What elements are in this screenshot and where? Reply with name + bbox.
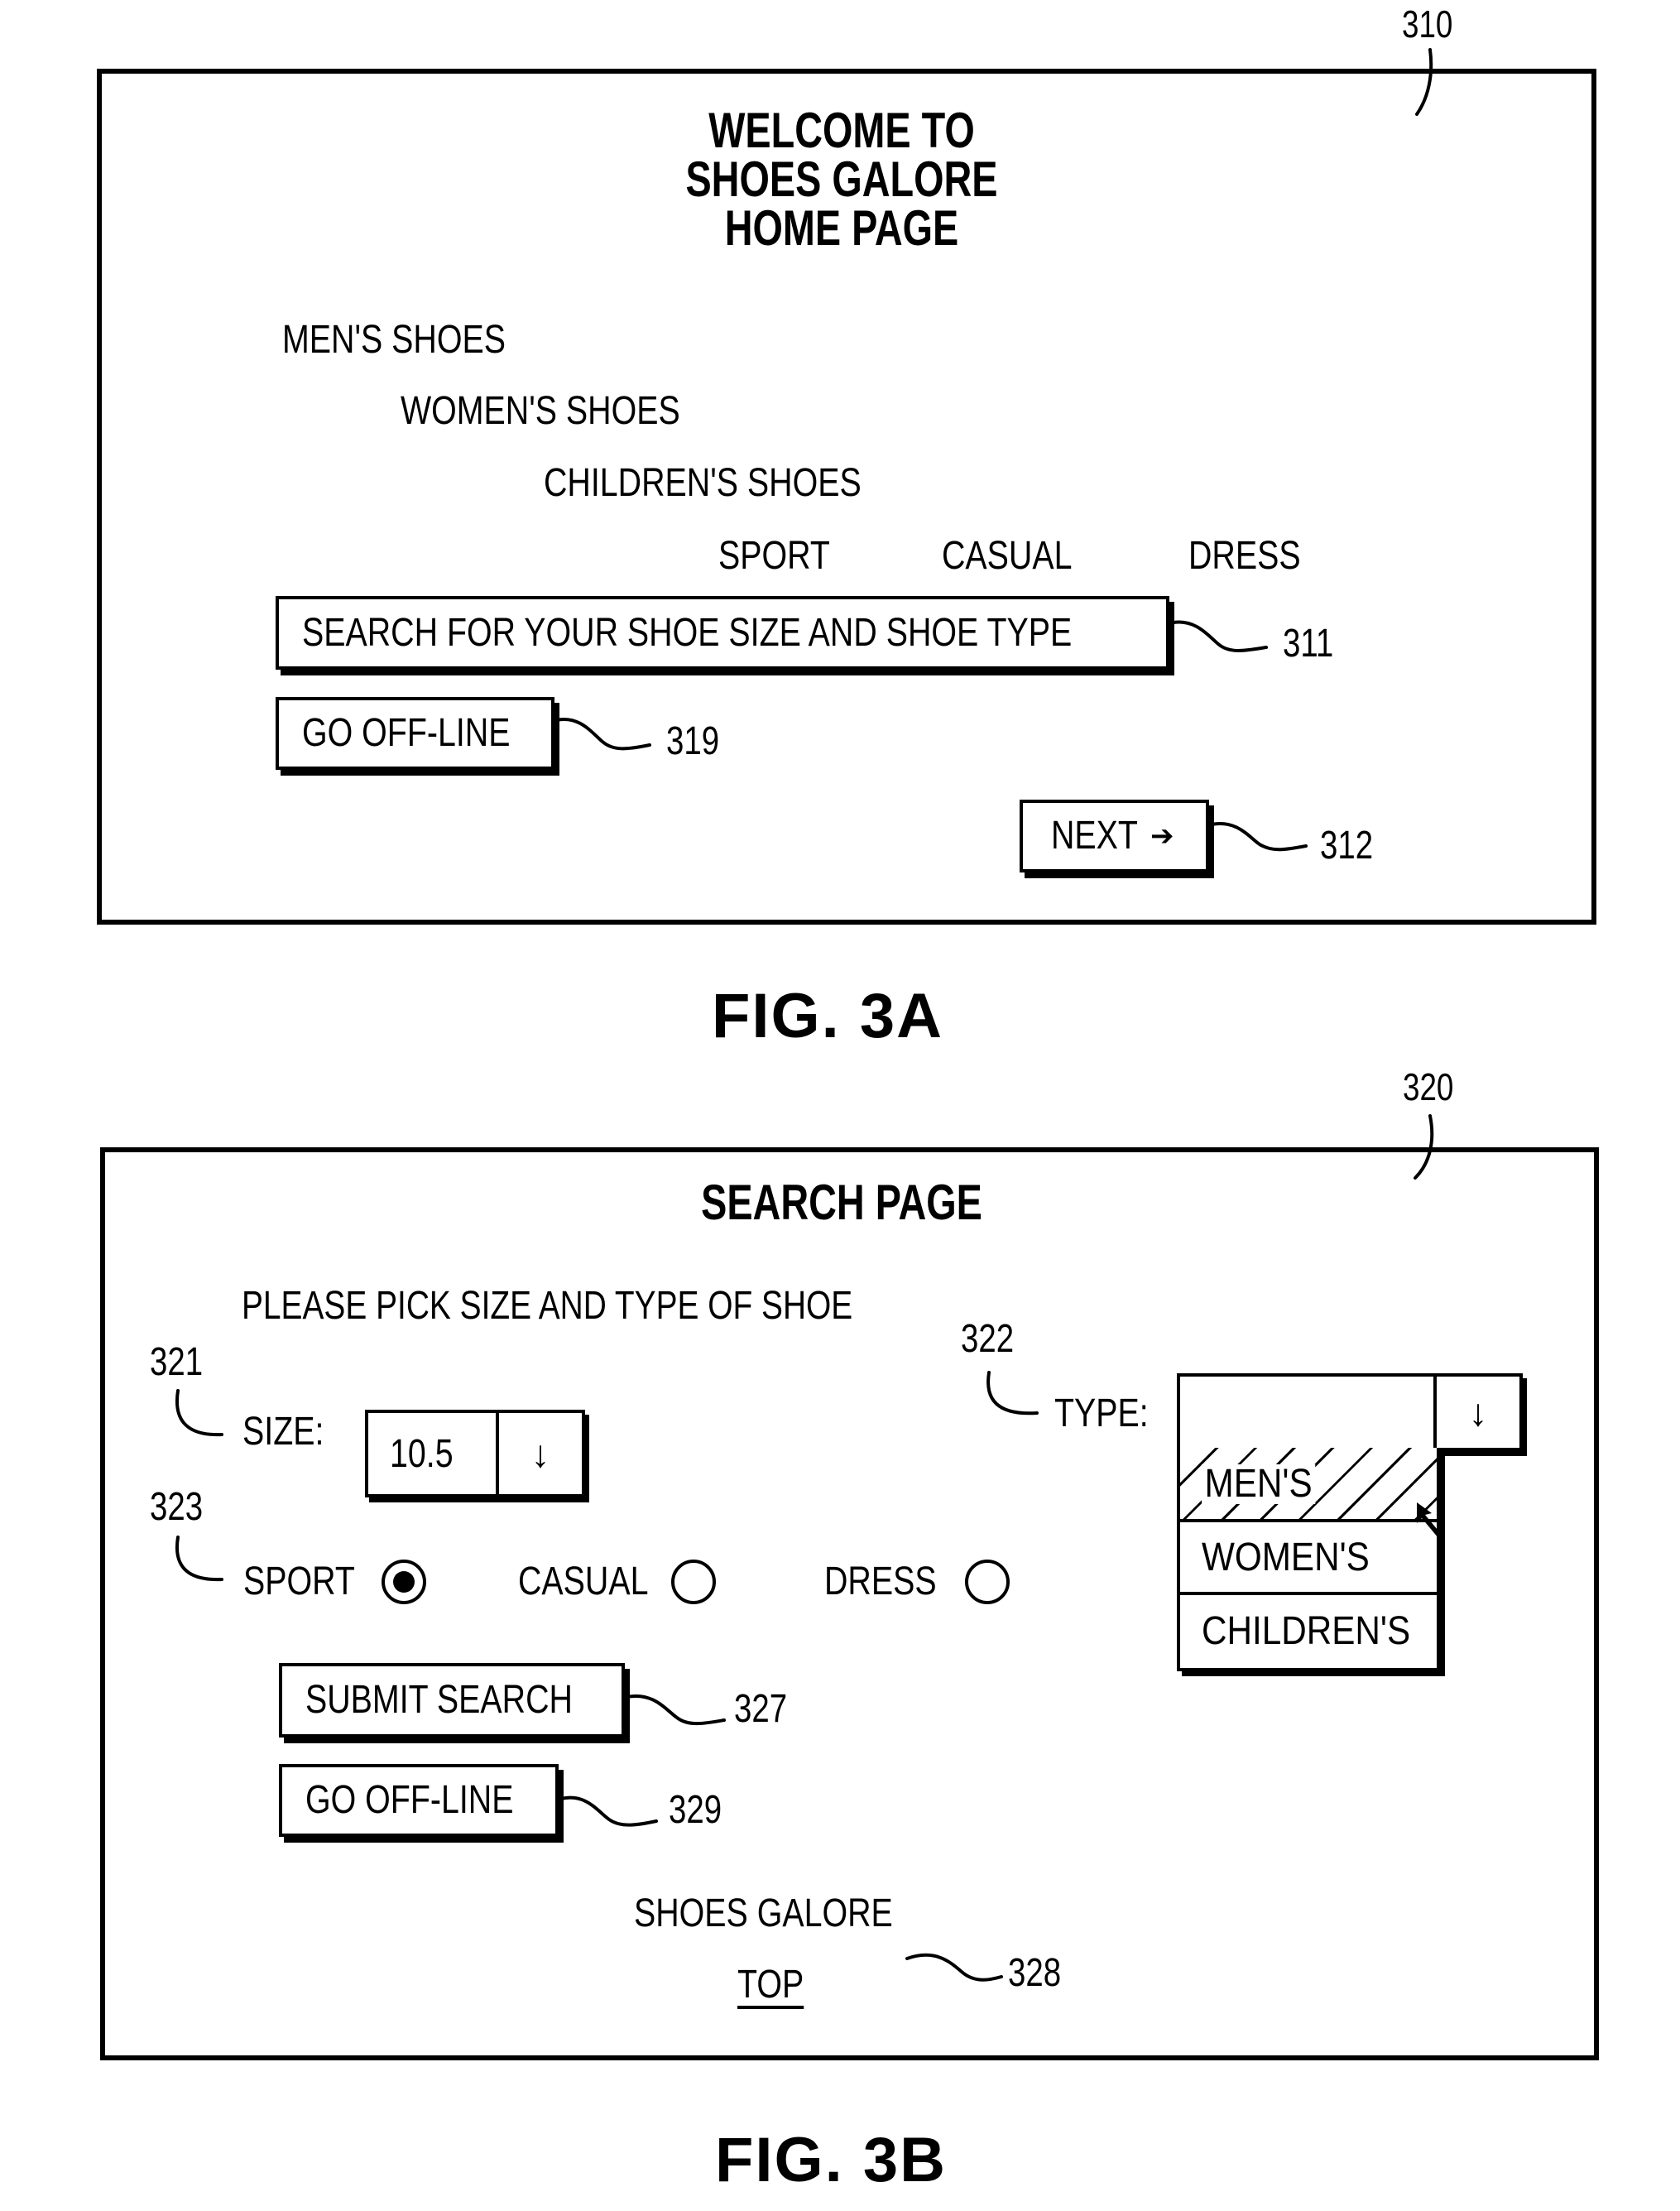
go-offline-button-label: GO OFF-LINE	[302, 711, 511, 755]
submit-search-button-label: SUBMIT SEARCH	[305, 1678, 573, 1722]
figure-caption-3a: FIG. 3A	[712, 981, 944, 1051]
link-casual[interactable]: CASUAL	[942, 536, 1073, 576]
type-option-mens[interactable]: MEN'S	[1180, 1448, 1437, 1521]
ref-label-319: 319	[666, 719, 720, 763]
size-select[interactable]: 10.5 ↓	[365, 1410, 585, 1497]
size-label: SIZE:	[242, 1410, 324, 1454]
type-dropdown-button[interactable]: ↓	[1433, 1377, 1519, 1448]
ref-label-312: 312	[1320, 824, 1374, 868]
type-option-childrens[interactable]: CHILDREN'S	[1180, 1592, 1437, 1668]
type-dropdown-list: MEN'S WOMEN'S CHILDREN'S	[1177, 1448, 1440, 1671]
next-button[interactable]: NEXT ➔	[1020, 800, 1209, 872]
link-dress[interactable]: DRESS	[1188, 536, 1301, 576]
search-shoes-button[interactable]: SEARCH FOR YOUR SHOE SIZE AND SHOE TYPE	[276, 596, 1169, 670]
down-arrow-icon: ↓	[1468, 1391, 1488, 1434]
radio-sport[interactable]	[382, 1560, 426, 1604]
ref-label-311: 311	[1283, 622, 1334, 666]
submit-search-button[interactable]: SUBMIT SEARCH	[279, 1663, 625, 1738]
ref-label-310: 310	[1402, 2, 1453, 46]
ref-label-323: 323	[150, 1485, 204, 1529]
ref-label-328: 328	[1008, 1951, 1062, 1995]
link-childrens-shoes[interactable]: CHILDREN'S SHOES	[544, 464, 862, 503]
next-button-label: NEXT	[1051, 814, 1138, 858]
figure-caption-3b: FIG. 3B	[715, 2125, 948, 2195]
ref-label-322: 322	[961, 1317, 1015, 1361]
ref-label-320: 320	[1403, 1065, 1454, 1108]
footer-site-name: SHOES GALORE	[634, 1891, 893, 1935]
go-offline-button[interactable]: GO OFF-LINE	[276, 697, 554, 770]
type-option-label: MEN'S	[1202, 1464, 1316, 1504]
radio-label-dress: DRESS	[824, 1560, 937, 1603]
ref-label-321: 321	[150, 1340, 204, 1384]
link-mens-shoes[interactable]: MEN'S SHOES	[282, 320, 506, 360]
go-offline-button-search[interactable]: GO OFF-LINE	[279, 1764, 559, 1837]
radio-label-sport: SPORT	[243, 1560, 355, 1603]
size-dropdown-button[interactable]: ↓	[496, 1413, 582, 1494]
down-arrow-icon: ↓	[530, 1432, 550, 1475]
search-shoes-button-label: SEARCH FOR YOUR SHOE SIZE AND SHOE TYPE	[302, 610, 1073, 655]
title-line: WELCOME TO	[708, 103, 975, 158]
type-option-label: WOMEN'S	[1202, 1536, 1370, 1579]
ref-label-327: 327	[734, 1687, 788, 1731]
type-select[interactable]: ↓	[1177, 1373, 1523, 1451]
link-womens-shoes[interactable]: WOMEN'S SHOES	[401, 392, 680, 431]
right-arrow-icon: ➔	[1150, 820, 1174, 852]
instruction-text: PLEASE PICK SIZE AND TYPE OF SHOE	[242, 1284, 853, 1328]
type-label: TYPE:	[1054, 1391, 1149, 1435]
link-sport[interactable]: SPORT	[718, 536, 830, 576]
type-option-womens[interactable]: WOMEN'S	[1180, 1519, 1437, 1593]
radio-selected-dot	[393, 1571, 415, 1593]
go-offline-button-label: GO OFF-LINE	[305, 1778, 514, 1822]
radio-dress[interactable]	[965, 1560, 1010, 1604]
radio-casual[interactable]	[671, 1560, 716, 1604]
title-line: HOME PAGE	[724, 200, 959, 256]
radio-label-casual: CASUAL	[518, 1560, 649, 1603]
size-value: 10.5	[390, 1432, 454, 1476]
home-page-title: WELCOME TO SHOES GALORE HOME PAGE	[593, 103, 1090, 256]
type-option-label: CHILDREN'S	[1202, 1609, 1411, 1653]
title-line: SHOES GALORE	[685, 151, 998, 207]
top-link[interactable]: TOP	[737, 1965, 804, 2005]
search-page-title: SEARCH PAGE	[701, 1175, 982, 1230]
ref-label-329: 329	[669, 1788, 722, 1832]
